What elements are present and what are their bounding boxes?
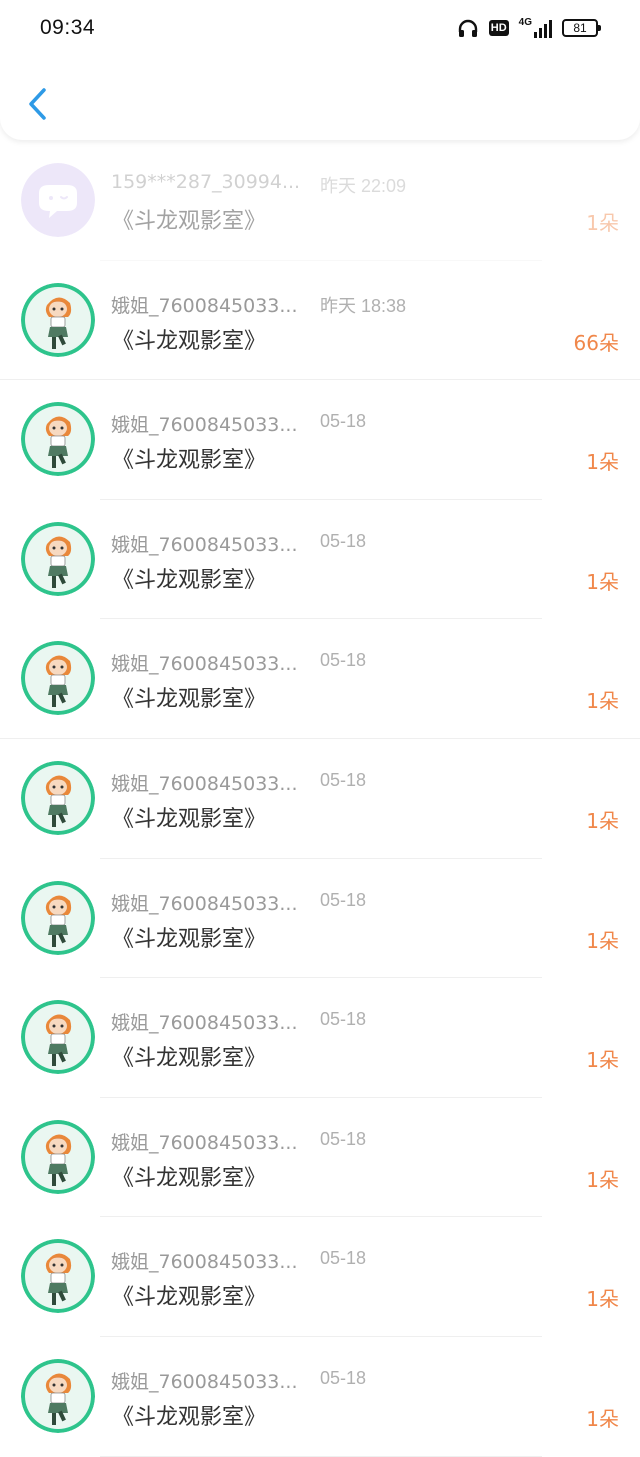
status-icons: HD 4G 81 [457,18,601,38]
username: 娥姐_7600845033... [111,653,298,676]
username: 娥姐_7600845033... [111,892,298,915]
avatar[interactable] [21,521,95,596]
flower-count: 1朵 [586,569,619,594]
work-title: 《斗龙观影室》 [112,328,267,354]
battery-level: 81 [573,21,587,35]
username: 娥姐_7600845033... [111,414,298,437]
list-item[interactable]: 娥姐_7600845033... 昨天 18:38 《斗龙观影室》 66朵 [0,261,640,381]
list-item[interactable]: 159***287_30994... 昨天 22:09 《斗龙观影室》 1朵 [0,141,640,261]
list-item[interactable]: 娥姐_7600845033... 05-18 《斗龙观影室》 1朵 [0,1337,640,1457]
work-title: 《斗龙观影室》 [112,1404,267,1430]
username: 娥姐_7600845033... [111,533,298,556]
list-item[interactable]: 娥姐_7600845033... 05-18 《斗龙观影室》 1朵 [0,500,640,620]
avatar[interactable] [21,641,95,716]
flower-count: 1朵 [586,211,619,235]
work-title: 《斗龙观影室》 [112,1165,267,1191]
status-bar: 09:34 HD 4G 81 [0,0,640,56]
work-title: 《斗龙观影室》 [112,567,267,593]
username: 娥姐_7600845033... [111,1370,298,1393]
list-item[interactable]: 娥姐_7600845033... 05-18 《斗龙观影室》 1朵 [0,380,640,500]
gift-record-list: 159***287_30994... 昨天 22:09 《斗龙观影室》 1朵 娥… [0,141,640,1457]
username: 娥姐_7600845033... [111,294,298,317]
username: 娥姐_7600845033... [111,1012,298,1035]
list-item[interactable]: 娥姐_7600845033... 05-18 《斗龙观影室》 1朵 [0,619,640,739]
work-title: 《斗龙观影室》 [112,1285,267,1311]
headphones-icon [458,19,477,37]
network-label: 4G [518,17,532,28]
flower-count: 1朵 [586,808,619,833]
username: 娥姐_7600845033... [111,772,298,795]
hd-icon: HD [488,20,509,36]
flower-count: 1朵 [586,928,619,953]
avatar[interactable] [21,880,95,955]
timestamp: 05-18 [320,1009,367,1030]
avatar[interactable] [21,402,95,477]
work-title: 《斗龙观影室》 [112,687,267,713]
timestamp: 昨天 18:38 [320,295,407,316]
timestamp: 05-18 [320,1367,367,1388]
status-time: 09:34 [40,16,96,39]
flower-count: 1朵 [586,689,619,714]
avatar[interactable] [21,1000,95,1075]
chat-bubble-avatar-icon[interactable] [21,163,95,237]
work-title: 《斗龙观影室》 [112,926,267,952]
work-title: 《斗龙观影室》 [112,1046,267,1072]
list-item[interactable]: 娥姐_7600845033... 05-18 《斗龙观影室》 1朵 [0,1217,640,1337]
signal-bars [534,20,552,38]
timestamp: 05-18 [320,1128,367,1149]
work-title: 《斗龙观影室》 [112,448,267,474]
list-item[interactable]: 娥姐_7600845033... 05-18 《斗龙观影室》 1朵 [0,859,640,979]
flower-count: 1朵 [586,450,619,475]
flower-count: 1朵 [586,1048,619,1073]
username: 159***287_30994... [111,171,301,193]
flower-count: 1朵 [586,1287,619,1312]
list-item[interactable]: 娥姐_7600845033... 05-18 《斗龙观影室》 1朵 [0,978,640,1098]
avatar[interactable] [21,1119,95,1194]
work-title: 《斗龙观影室》 [112,806,267,832]
timestamp: 05-18 [320,530,367,551]
avatar[interactable] [21,760,95,835]
divider [100,1455,542,1457]
flower-count: 1朵 [586,1406,619,1431]
timestamp: 05-18 [320,411,367,432]
timestamp: 05-18 [320,650,367,671]
list-item[interactable]: 娥姐_7600845033... 05-18 《斗龙观影室》 1朵 [0,1098,640,1218]
username: 娥姐_7600845033... [111,1251,298,1274]
chevron-left-icon[interactable] [27,87,49,121]
timestamp: 05-18 [320,1248,367,1269]
flower-count: 1朵 [586,1167,619,1192]
cellular-4g-icon: 4G [519,18,552,38]
avatar[interactable] [21,1239,95,1314]
avatar[interactable] [21,282,95,357]
flower-count: 66朵 [573,330,619,355]
timestamp: 05-18 [320,769,367,790]
battery-icon: 81 [562,19,601,37]
work-title: 《斗龙观影室》 [112,209,267,234]
timestamp: 昨天 22:09 [320,176,407,196]
timestamp: 05-18 [320,889,367,910]
back-button[interactable] [18,82,58,126]
list-item[interactable]: 娥姐_7600845033... 05-18 《斗龙观影室》 1朵 [0,739,640,859]
username: 娥姐_7600845033... [111,1131,298,1154]
